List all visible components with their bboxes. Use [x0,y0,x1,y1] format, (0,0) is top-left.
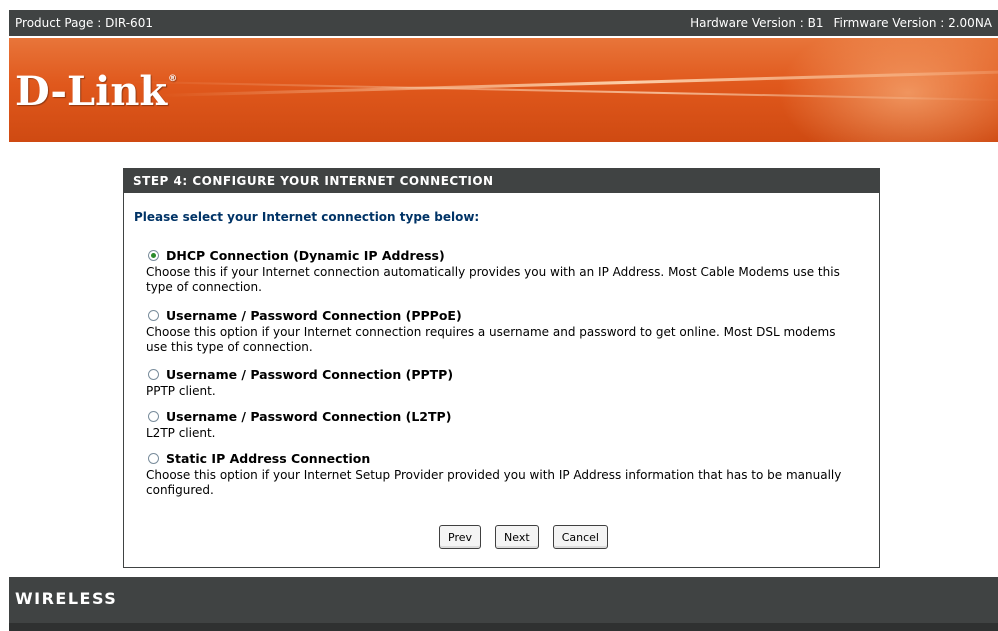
option-description: PPTP client. [146,384,216,398]
wireless-label: WIRELESS [15,589,118,608]
wizard-panel: STEP 4: CONFIGURE YOUR INTERNET CONNECTI… [123,168,880,568]
wizard-step-title: STEP 4: CONFIGURE YOUR INTERNET CONNECTI… [124,169,879,193]
version-info: Hardware Version : B1 Firmware Version : … [690,16,992,30]
cancel-button[interactable]: Cancel [552,525,608,549]
option-label: Username / Password Connection (PPPoE) [166,308,462,323]
option-label: Static IP Address Connection [166,451,371,466]
firmware-version: Firmware Version : 2.00NA [833,16,992,30]
hardware-version: Hardware Version : B1 [690,16,824,30]
pptp-radio[interactable] [148,369,159,380]
option-description: Choose this option if your Internet Setu… [146,468,842,497]
static-radio[interactable] [148,453,159,464]
top-info-bar: Product Page : DIR-601 Hardware Version … [9,10,998,36]
prev-button[interactable]: Prev [439,525,482,549]
product-page-label: Product Page : DIR-601 [15,16,153,30]
pppoe-radio[interactable] [148,310,159,321]
wizard-buttons: Prev Next Cancel [124,525,879,549]
option-label: Username / Password Connection (PPTP) [166,367,454,382]
footer-bar: WIRELESS [9,577,998,623]
option-l2tp[interactable]: Username / Password Connection (L2TP) [148,409,451,424]
next-button[interactable]: Next [495,525,539,549]
option-pptp[interactable]: Username / Password Connection (PPTP) [148,367,453,382]
option-static[interactable]: Static IP Address Connection [148,451,370,466]
connection-type-prompt: Please select your Internet connection t… [134,210,480,224]
footer-strip [9,623,998,631]
option-description: Choose this if your Internet connection … [146,265,840,294]
option-description: L2TP client. [146,426,216,440]
brand-banner: D-Link® [9,38,998,142]
option-description: Choose this option if your Internet conn… [146,325,836,354]
option-dhcp[interactable]: DHCP Connection (Dynamic IP Address) [148,248,445,263]
option-label: Username / Password Connection (L2TP) [166,409,452,424]
l2tp-radio[interactable] [148,411,159,422]
dlink-logo: D-Link® [15,68,178,115]
dhcp-radio[interactable] [148,250,159,261]
option-pppoe[interactable]: Username / Password Connection (PPPoE) [148,308,462,323]
option-label: DHCP Connection (Dynamic IP Address) [166,248,445,263]
